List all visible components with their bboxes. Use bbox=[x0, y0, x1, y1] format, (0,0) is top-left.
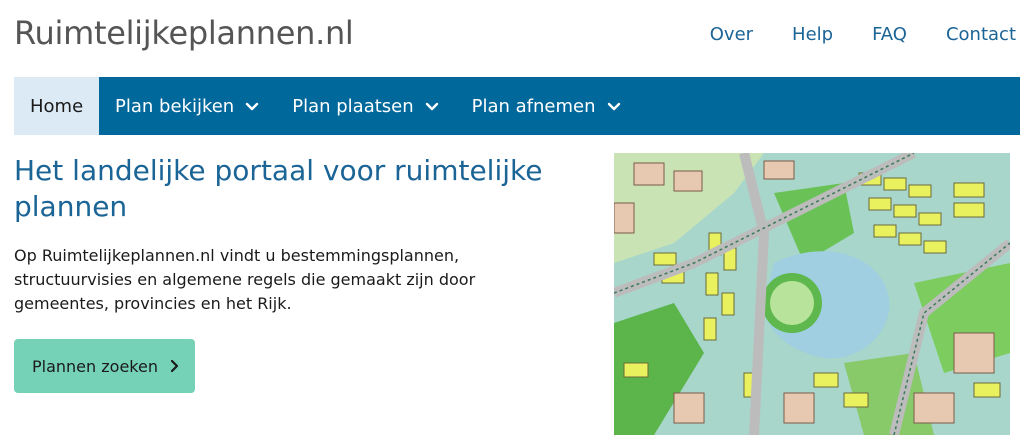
nav-item-label: Plan bekijken bbox=[115, 95, 235, 117]
chevron-right-icon bbox=[170, 359, 179, 373]
chevron-down-icon bbox=[246, 102, 259, 111]
nav-item-label: Home bbox=[30, 95, 84, 117]
chevron-down-icon bbox=[607, 102, 620, 111]
top-link-faq[interactable]: FAQ bbox=[872, 24, 907, 45]
top-link-contact[interactable]: Contact bbox=[946, 24, 1016, 45]
top-link-help[interactable]: Help bbox=[792, 24, 833, 45]
plannen-zoeken-button[interactable]: Plannen zoeken bbox=[14, 339, 195, 393]
nav-item-plan-plaatsen[interactable]: Plan plaatsen bbox=[276, 77, 455, 135]
nav-item-home[interactable]: Home bbox=[14, 77, 99, 135]
main-nav: Home Plan bekijken Plan plaatsen Plan af… bbox=[14, 77, 1020, 135]
intro-text: Op Ruimtelijkeplannen.nl vindt u bestemm… bbox=[14, 246, 476, 313]
chevron-down-icon bbox=[425, 102, 438, 111]
nav-item-label: Plan afnemen bbox=[471, 95, 596, 117]
top-link-over[interactable]: Over bbox=[710, 24, 753, 45]
nav-item-label: Plan plaatsen bbox=[292, 95, 414, 117]
map-illustration bbox=[614, 153, 1010, 435]
top-links: Over Help FAQ Contact bbox=[671, 24, 1016, 45]
nav-item-plan-bekijken[interactable]: Plan bekijken bbox=[99, 77, 276, 135]
button-label: Plannen zoeken bbox=[32, 356, 158, 376]
site-logo[interactable]: Ruimtelijkeplannen.nl bbox=[14, 14, 354, 52]
zoning-map-image bbox=[614, 153, 1010, 435]
nav-item-plan-afnemen[interactable]: Plan afnemen bbox=[456, 77, 638, 135]
page-title: Het landelijke portaal voor ruimtelijke … bbox=[14, 154, 543, 223]
